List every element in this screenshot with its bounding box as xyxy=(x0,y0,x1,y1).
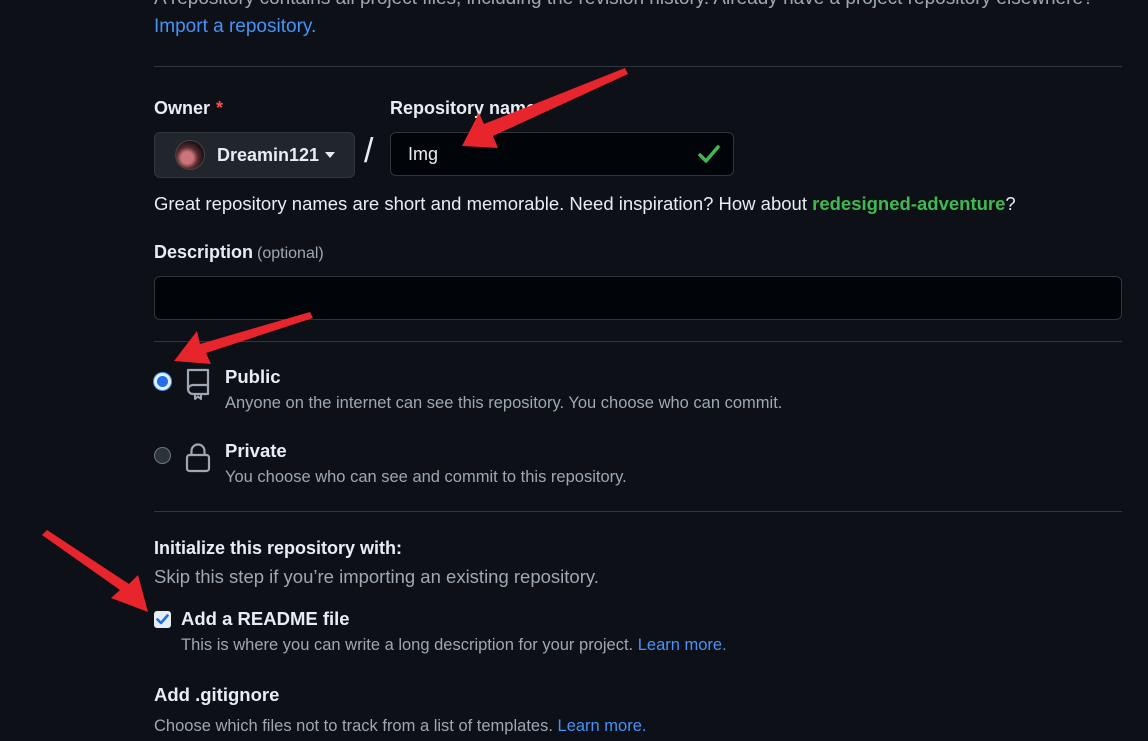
intro-text: A repository contains all project files,… xyxy=(154,0,1122,10)
public-description: Anyone on the internet can see this repo… xyxy=(225,394,783,412)
owner-name: Dreamin121 xyxy=(217,144,320,165)
avatar xyxy=(175,140,205,170)
readme-learn-more-link[interactable]: Learn more. xyxy=(638,636,727,654)
description-label: Description (optional) xyxy=(154,242,324,263)
checkmark-icon xyxy=(156,614,169,625)
gitignore-learn-more-link[interactable]: Learn more. xyxy=(558,717,647,735)
private-description: You choose who can see and commit to thi… xyxy=(225,468,627,486)
readme-description: This is where you can write a long descr… xyxy=(181,636,727,655)
private-radio[interactable] xyxy=(154,447,171,464)
readme-description-text: This is where you can write a long descr… xyxy=(181,636,634,654)
owner-select-button[interactable]: Dreamin121 xyxy=(154,132,355,178)
description-input[interactable] xyxy=(154,276,1122,320)
owner-label: Owner * xyxy=(154,98,223,119)
gitignore-description: Choose which files not to track from a l… xyxy=(154,717,646,736)
repository-name-hint: Great repository names are short and mem… xyxy=(154,193,1016,215)
divider xyxy=(154,66,1122,67)
initialize-subtitle: Skip this step if you’re importing an ex… xyxy=(154,566,599,587)
lock-icon xyxy=(185,443,211,473)
hint-text: Great repository names are short and mem… xyxy=(154,193,813,214)
private-title: Private xyxy=(225,440,287,461)
optional-tag: (optional) xyxy=(257,245,324,262)
repo-icon xyxy=(186,368,210,400)
divider xyxy=(154,511,1122,512)
repository-name-input[interactable] xyxy=(390,132,734,176)
owner-label-text: Owner xyxy=(154,98,211,118)
description-label-text: Description xyxy=(154,242,254,262)
name-suggestion-link[interactable]: redesigned-adventure xyxy=(812,193,1005,214)
check-icon xyxy=(698,145,720,163)
required-mark: * xyxy=(216,98,224,118)
caret-down-icon xyxy=(325,152,336,158)
public-title: Public xyxy=(225,366,281,387)
initialize-title: Initialize this repository with: xyxy=(154,538,403,558)
import-repository-link[interactable]: Import a repository. xyxy=(154,16,316,38)
annotation-arrow-icon xyxy=(42,530,148,612)
repository-name-label: Repository name xyxy=(390,98,537,118)
readme-checkbox[interactable] xyxy=(154,611,171,628)
owner-repo-separator: / xyxy=(364,132,374,170)
hint-end: ? xyxy=(1005,193,1016,214)
public-radio[interactable] xyxy=(154,373,171,390)
gitignore-title: Add .gitignore xyxy=(154,684,280,705)
divider xyxy=(154,341,1122,342)
readme-label[interactable]: Add a README file xyxy=(181,608,350,630)
gitignore-description-text: Choose which files not to track from a l… xyxy=(154,717,553,735)
